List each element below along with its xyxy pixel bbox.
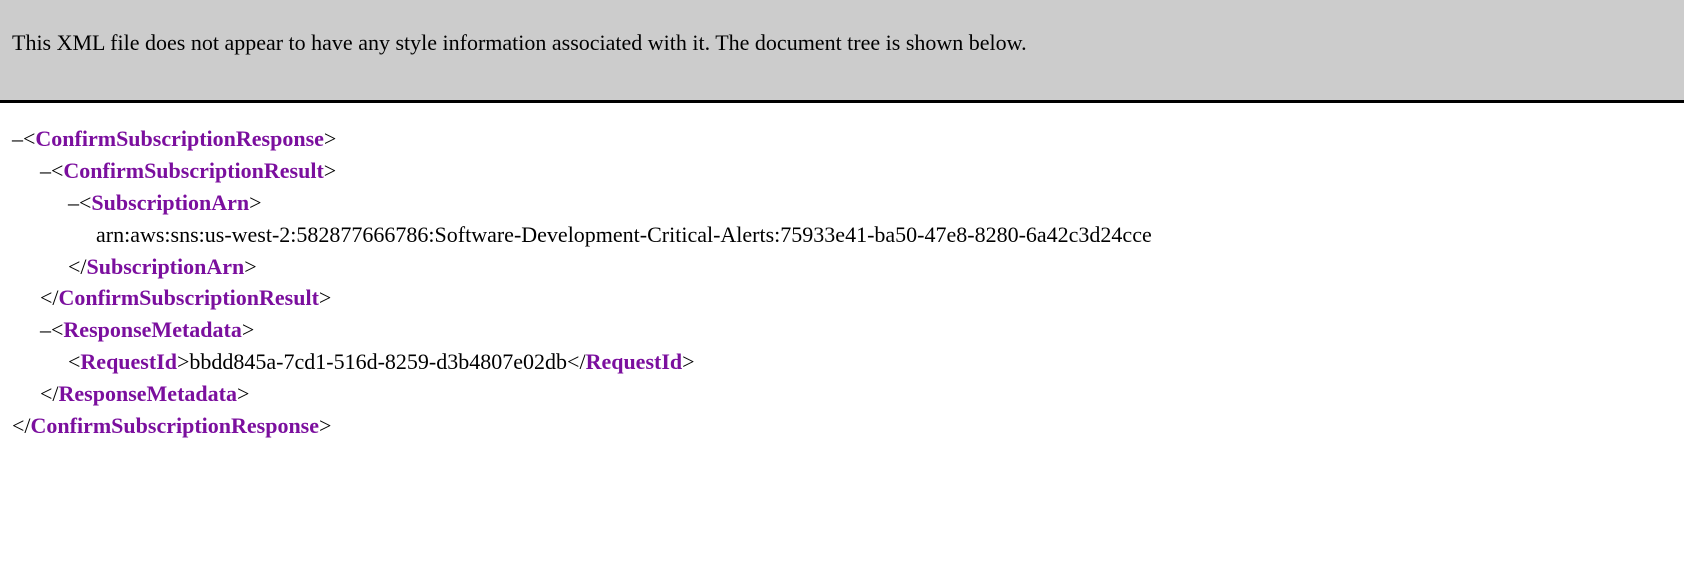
xml-open-tag-result[interactable]: –<ConfirmSubscriptionResult>: [12, 155, 1672, 187]
xml-close-tag-result: </ConfirmSubscriptionResult>: [12, 282, 1672, 314]
angle-bracket: <: [68, 349, 80, 374]
angle-bracket: </: [40, 381, 59, 406]
angle-bracket: <: [51, 158, 63, 183]
angle-bracket: >: [242, 317, 254, 342]
angle-bracket: >: [177, 349, 189, 374]
xml-document-tree: –<ConfirmSubscriptionResponse> –<Confirm…: [0, 103, 1684, 462]
angle-bracket: >: [324, 126, 336, 151]
request-id-value: bbdd845a-7cd1-516d-8259-d3b4807e02db: [189, 349, 567, 374]
xml-open-tag-metadata[interactable]: –<ResponseMetadata>: [12, 314, 1672, 346]
angle-bracket: >: [324, 158, 336, 183]
angle-bracket: >: [319, 413, 331, 438]
angle-bracket: >: [249, 190, 261, 215]
tag-name: RequestId: [80, 349, 177, 374]
collapse-toggle-icon[interactable]: –: [68, 190, 79, 215]
tag-name: RequestId: [586, 349, 683, 374]
tag-name: ConfirmSubscriptionResult: [59, 285, 319, 310]
xml-close-tag-metadata: </ResponseMetadata>: [12, 378, 1672, 410]
subscription-arn-value: arn:aws:sns:us-west-2:582877666786:Softw…: [96, 222, 1152, 247]
xml-text-subscriptionarn-value: arn:aws:sns:us-west-2:582877666786:Softw…: [12, 219, 1672, 251]
angle-bracket: >: [237, 381, 249, 406]
xml-close-tag-subscriptionarn: </SubscriptionArn>: [12, 251, 1672, 283]
angle-bracket: </: [567, 349, 586, 374]
angle-bracket: >: [682, 349, 694, 374]
xml-no-style-banner: This XML file does not appear to have an…: [0, 0, 1684, 103]
tag-name: ResponseMetadata: [59, 381, 237, 406]
collapse-toggle-icon[interactable]: –: [40, 158, 51, 183]
angle-bracket: <: [79, 190, 91, 215]
banner-message: This XML file does not appear to have an…: [12, 30, 1027, 55]
angle-bracket: <: [23, 126, 35, 151]
xml-close-tag-root: </ConfirmSubscriptionResponse>: [12, 410, 1672, 442]
angle-bracket: >: [319, 285, 331, 310]
tag-name: ConfirmSubscriptionResponse: [31, 413, 319, 438]
angle-bracket: </: [68, 254, 87, 279]
angle-bracket: </: [12, 413, 31, 438]
xml-element-requestid: <RequestId>bbdd845a-7cd1-516d-8259-d3b48…: [12, 346, 1672, 378]
angle-bracket: >: [244, 254, 256, 279]
collapse-toggle-icon[interactable]: –: [40, 317, 51, 342]
xml-open-tag-root[interactable]: –<ConfirmSubscriptionResponse>: [12, 123, 1672, 155]
tag-name: ResponseMetadata: [63, 317, 241, 342]
tag-name: ConfirmSubscriptionResponse: [35, 126, 323, 151]
tag-name: SubscriptionArn: [87, 254, 245, 279]
xml-open-tag-subscriptionarn[interactable]: –<SubscriptionArn>: [12, 187, 1672, 219]
angle-bracket: </: [40, 285, 59, 310]
tag-name: ConfirmSubscriptionResult: [63, 158, 323, 183]
collapse-toggle-icon[interactable]: –: [12, 126, 23, 151]
angle-bracket: <: [51, 317, 63, 342]
tag-name: SubscriptionArn: [91, 190, 249, 215]
